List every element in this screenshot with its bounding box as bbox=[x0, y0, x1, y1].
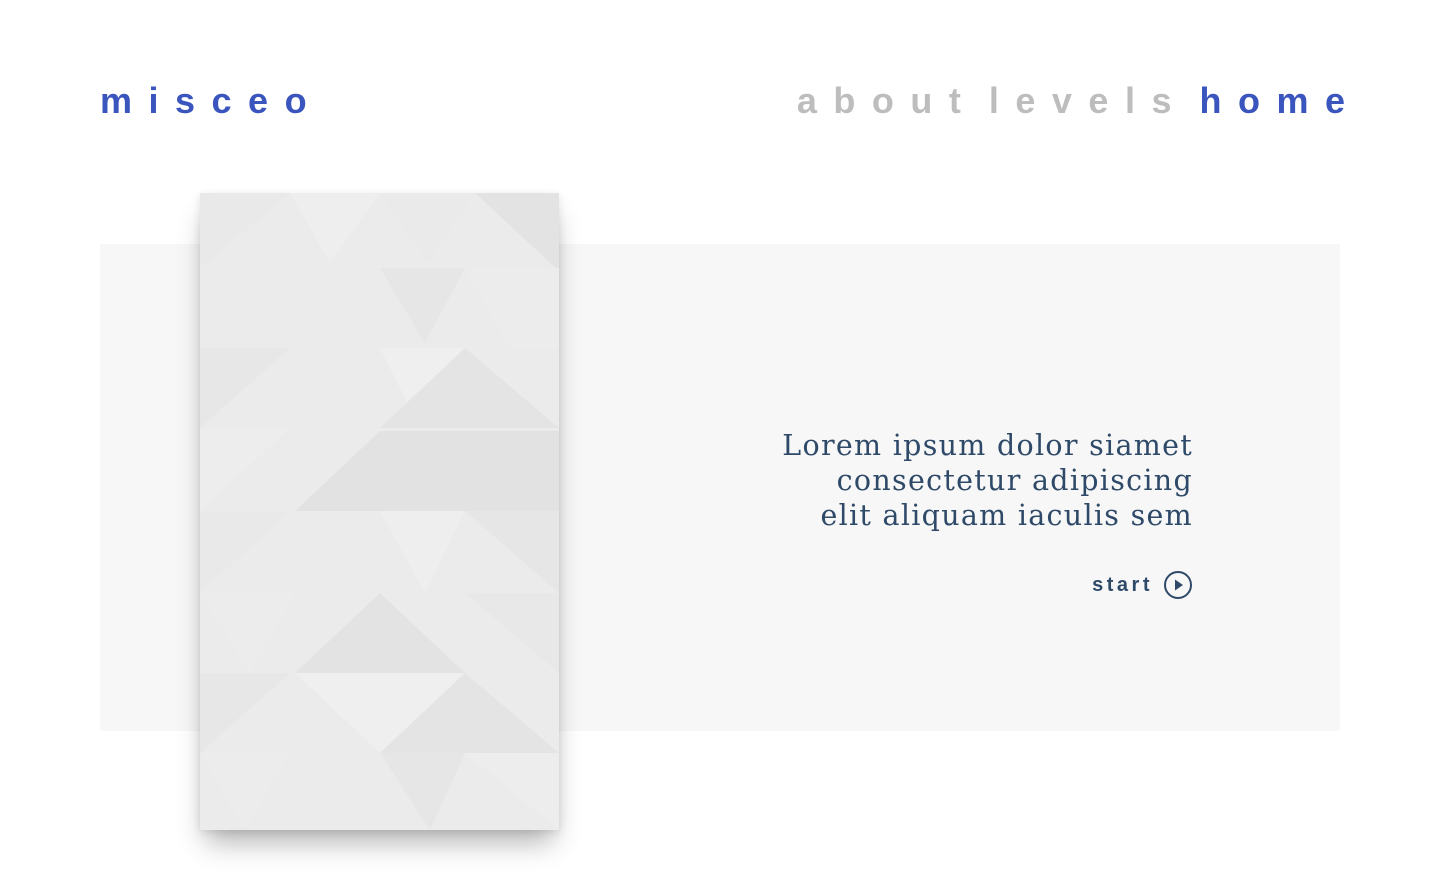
hero-tagline: Lorem ipsum dolor siamet consectetur adi… bbox=[640, 428, 1193, 533]
nav-link-about[interactable]: about bbox=[797, 78, 977, 124]
brand-logo[interactable]: misceo bbox=[100, 78, 323, 124]
play-circle-icon bbox=[1164, 571, 1192, 599]
nav-link-levels[interactable]: levels bbox=[989, 78, 1188, 124]
tagline-line-2: consectetur adipiscing bbox=[836, 464, 1193, 497]
site-header: misceo about levels home bbox=[100, 78, 1345, 124]
low-poly-pattern bbox=[200, 193, 559, 830]
tagline-line-1: Lorem ipsum dolor siamet bbox=[782, 429, 1193, 462]
hero-card-image bbox=[200, 193, 559, 830]
main-nav: about levels home bbox=[797, 78, 1345, 124]
nav-link-home[interactable]: home bbox=[1199, 78, 1361, 124]
tagline-line-3: elit aliquam iaculis sem bbox=[820, 499, 1193, 532]
start-button-label: start bbox=[1092, 574, 1153, 596]
start-button[interactable]: start bbox=[1092, 569, 1193, 601]
